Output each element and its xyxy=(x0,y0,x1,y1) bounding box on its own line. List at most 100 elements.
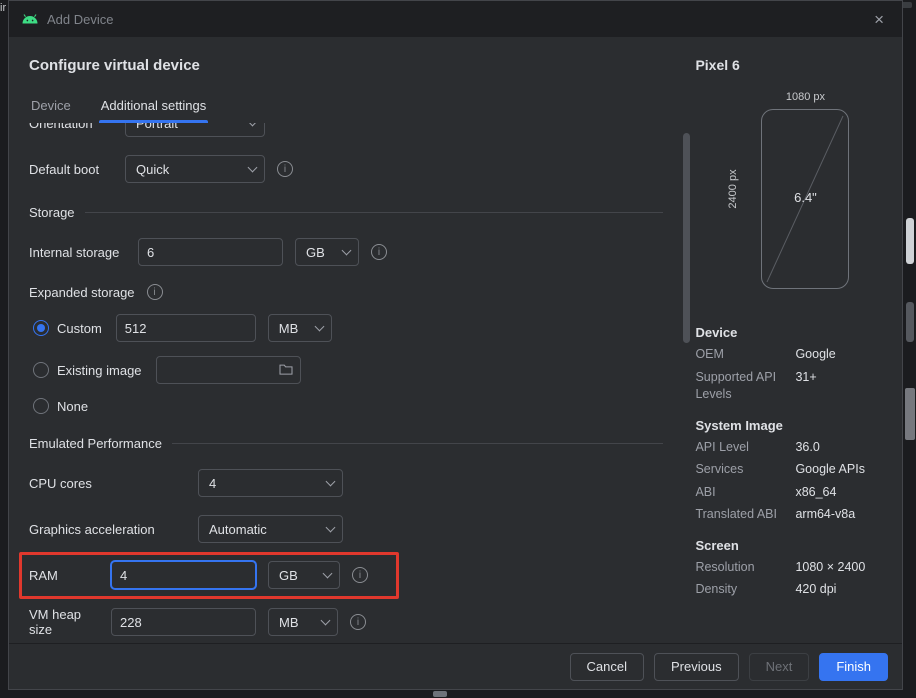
custom-storage-unit-dropdown[interactable]: MB xyxy=(267,314,332,342)
phone-width-label: 1080 px xyxy=(785,91,826,103)
chevron-down-icon xyxy=(322,568,333,578)
detail-row: Resolution 1080 × 2400 xyxy=(695,559,888,577)
expanded-storage-row: Expanded storage i xyxy=(29,284,679,300)
graphics-acceleration-dropdown[interactable]: Automatic xyxy=(198,515,343,543)
chevron-down-icon xyxy=(247,162,258,172)
performance-section-header: Emulated Performance xyxy=(29,436,679,451)
dialog-footer: Cancel Previous Next Finish xyxy=(9,643,902,689)
abi-label: ABI xyxy=(695,484,716,499)
background-fragment xyxy=(433,691,447,697)
cancel-button[interactable]: Cancel xyxy=(569,652,644,681)
add-device-dialog: Add Device × Configure virtual device De… xyxy=(8,0,903,690)
resolution-value: 1080 × 2400 xyxy=(795,559,866,574)
vm-heap-unit: MB xyxy=(279,614,299,630)
chevron-down-icon xyxy=(341,245,352,255)
storage-section-header: Storage xyxy=(29,205,679,220)
detail-row: Supported API Levels 31+ xyxy=(695,369,888,404)
density-label: Density xyxy=(695,582,738,596)
page-title: Configure virtual device xyxy=(29,57,200,74)
scrollbar-thumb[interactable] xyxy=(683,133,691,343)
abi-value: x86_64 xyxy=(795,484,837,499)
phone-outline: 6.4" xyxy=(761,109,850,289)
graphics-acceleration-label: Graphics acceleration xyxy=(29,521,155,537)
background-fragment xyxy=(905,388,915,440)
supported-api-value: 31+ xyxy=(795,369,817,384)
none-radio[interactable] xyxy=(33,398,49,414)
oem-value: Google xyxy=(795,347,836,361)
custom-label: Custom xyxy=(57,320,102,336)
detail-row: OEM Google xyxy=(695,346,888,364)
chevron-down-icon xyxy=(320,615,331,625)
form-panel: Configure virtual device Device Addition… xyxy=(9,37,680,643)
background-fragment xyxy=(906,302,914,342)
close-icon[interactable]: × xyxy=(868,9,890,30)
vm-heap-unit-dropdown[interactable]: MB xyxy=(268,608,338,636)
chevron-down-icon xyxy=(314,321,325,331)
info-icon[interactable]: i xyxy=(350,614,366,630)
default-boot-value: Quick xyxy=(136,161,170,177)
services-label: Services xyxy=(695,462,744,476)
density-value: 420 dpi xyxy=(795,582,837,596)
previous-button[interactable]: Previous xyxy=(654,652,739,681)
performance-section-label: Emulated Performance xyxy=(29,436,162,451)
api-level-label: API Level xyxy=(695,439,749,454)
ram-unit-dropdown[interactable]: GB xyxy=(268,561,340,589)
services-value: Google APIs xyxy=(795,462,865,476)
info-icon[interactable]: i xyxy=(352,567,368,583)
translated-abi-value: arm64-v8a xyxy=(795,507,856,521)
folder-icon[interactable] xyxy=(279,363,293,375)
default-boot-label: Default boot xyxy=(29,161,100,177)
finish-button[interactable]: Finish xyxy=(819,652,888,681)
existing-image-label: Existing image xyxy=(57,362,142,378)
tab-additional-settings[interactable]: Additional settings xyxy=(98,90,209,123)
internal-storage-label: Internal storage xyxy=(29,244,120,260)
chevron-down-icon xyxy=(325,476,336,486)
api-level-value: 36.0 xyxy=(795,439,820,454)
window-title: Add Device xyxy=(47,11,114,27)
device-section-title: Device xyxy=(695,325,738,340)
vm-heap-input[interactable] xyxy=(111,608,256,636)
oem-label: OEM xyxy=(695,347,724,361)
section-divider xyxy=(84,212,664,213)
ram-input[interactable] xyxy=(111,561,256,589)
cpu-cores-dropdown[interactable]: 4 xyxy=(198,469,343,497)
detail-row: ABI x86_64 xyxy=(695,484,888,502)
expanded-storage-label: Expanded storage xyxy=(29,284,135,300)
phone-height-label: 2400 px xyxy=(727,169,740,209)
existing-image-radio[interactable] xyxy=(33,362,49,378)
info-icon[interactable]: i xyxy=(371,244,387,260)
cpu-cores-row: CPU cores 4 xyxy=(29,469,679,497)
none-option: None xyxy=(33,398,679,414)
device-details-panel: Pixel 6 1080 px 2400 px 6.4" Device OEM … xyxy=(695,37,902,643)
custom-radio[interactable] xyxy=(33,320,49,336)
device-name: Pixel 6 xyxy=(695,57,740,73)
custom-storage-option: Custom MB xyxy=(33,314,679,342)
none-label: None xyxy=(57,398,89,414)
detail-row: Density 420 dpi xyxy=(695,581,888,599)
system-image-section-title: System Image xyxy=(695,417,783,433)
phone-diagonal-size: 6.4" xyxy=(794,190,817,205)
ram-row: RAM GB i xyxy=(19,552,679,599)
tab-device[interactable]: Device xyxy=(29,90,73,123)
internal-storage-row: Internal storage GB i xyxy=(29,238,679,266)
translated-abi-label: Translated ABI xyxy=(695,507,777,521)
default-boot-row: Default boot Quick i xyxy=(29,155,679,183)
info-icon[interactable]: i xyxy=(277,161,293,177)
supported-api-label: Supported API Levels xyxy=(695,369,777,402)
resolution-label: Resolution xyxy=(695,559,755,574)
section-divider xyxy=(171,443,664,444)
screen-section-title: Screen xyxy=(695,537,739,553)
next-button[interactable]: Next xyxy=(748,652,810,681)
internal-storage-input[interactable] xyxy=(138,238,283,266)
graphics-acceleration-value: Automatic xyxy=(209,521,267,537)
vm-heap-label: VM heap size xyxy=(29,607,82,637)
internal-storage-unit-dropdown[interactable]: GB xyxy=(295,238,359,266)
chevron-down-icon xyxy=(325,522,336,532)
ram-unit: GB xyxy=(279,567,298,583)
info-icon[interactable]: i xyxy=(146,284,163,300)
form-scrollbar[interactable] xyxy=(679,37,695,643)
custom-storage-input[interactable] xyxy=(115,314,256,342)
default-boot-dropdown[interactable]: Quick xyxy=(125,155,265,183)
detail-row: API Level 36.0 xyxy=(695,439,888,457)
vm-heap-row: VM heap size MB i xyxy=(29,607,679,637)
